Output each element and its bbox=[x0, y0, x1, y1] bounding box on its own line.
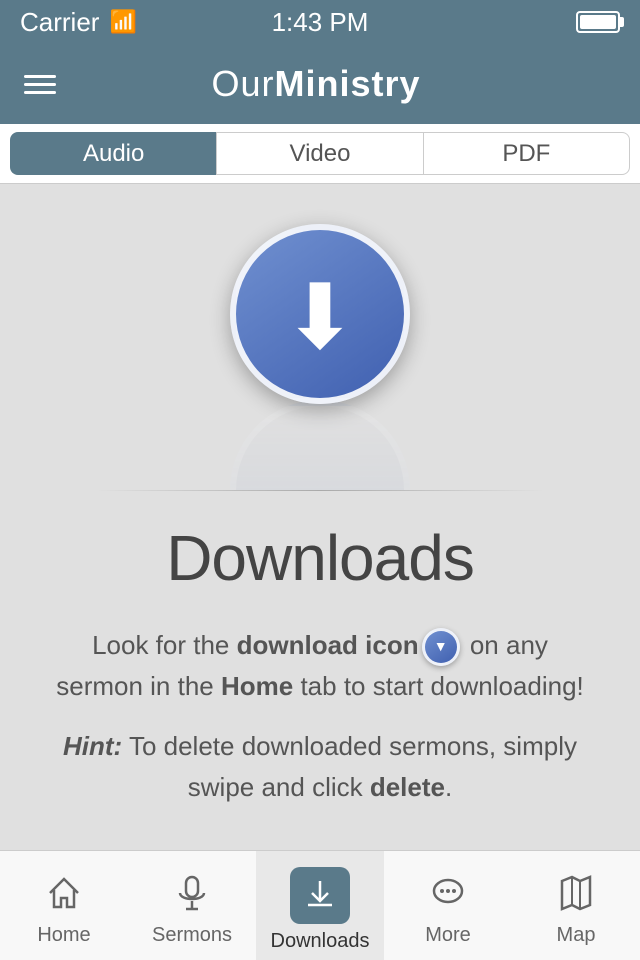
tab-home[interactable]: Home bbox=[0, 851, 128, 960]
tab-more-label: More bbox=[425, 924, 471, 947]
page-title: Downloads bbox=[166, 521, 474, 595]
status-left: Carrier 📶 bbox=[20, 7, 137, 38]
tab-map-label: Map bbox=[557, 924, 596, 947]
desc-bold2: Home bbox=[221, 671, 293, 701]
hint-end: . bbox=[445, 772, 452, 802]
home-icon bbox=[44, 873, 84, 918]
map-icon bbox=[556, 873, 596, 918]
tab-pdf-label: PDF bbox=[502, 140, 550, 168]
menu-button[interactable] bbox=[24, 75, 56, 94]
tab-more[interactable]: More bbox=[384, 851, 512, 960]
tab-downloads[interactable]: Downloads bbox=[256, 851, 384, 960]
title-bold: Ministry bbox=[274, 63, 420, 104]
tab-audio-label: Audio bbox=[83, 140, 144, 168]
hint-bold: Hint: bbox=[63, 731, 122, 761]
main-content: ⬇ Downloads Look for the download icon o… bbox=[0, 184, 640, 850]
tab-sermons-label: Sermons bbox=[152, 924, 232, 947]
battery-icon bbox=[576, 11, 620, 33]
tab-map[interactable]: Map bbox=[512, 851, 640, 960]
tab-pdf[interactable]: PDF bbox=[424, 132, 630, 175]
download-icon-large: ⬇ bbox=[230, 224, 410, 404]
mic-icon bbox=[172, 873, 212, 918]
chat-icon bbox=[428, 873, 468, 918]
desc-part3: tab to start downloading! bbox=[293, 671, 584, 701]
menu-line-2 bbox=[24, 83, 56, 86]
wifi-icon: 📶 bbox=[109, 9, 136, 35]
hint-delete: delete bbox=[370, 772, 445, 802]
desc-bold1: download icon bbox=[237, 630, 419, 660]
divider bbox=[96, 490, 544, 491]
downloads-icon-box bbox=[290, 867, 350, 924]
reflection-circle bbox=[230, 400, 410, 490]
content-tabs: Audio Video PDF bbox=[0, 124, 640, 184]
tab-sermons[interactable]: Sermons bbox=[128, 851, 256, 960]
tab-video-label: Video bbox=[290, 140, 351, 168]
description-text: Look for the download icon on any sermon… bbox=[40, 625, 600, 706]
hint-body: To delete downloaded sermons, simply swi… bbox=[122, 731, 577, 801]
bottom-tab-bar: Home Sermons Downloads bbox=[0, 850, 640, 960]
download-arrow-icon: ⬇ bbox=[282, 273, 357, 363]
download-circle: ⬇ bbox=[230, 224, 410, 404]
tab-home-label: Home bbox=[37, 924, 90, 947]
nav-bar: OurMinistry bbox=[0, 44, 640, 124]
desc-part1: Look for the bbox=[92, 630, 237, 660]
status-time: 1:43 PM bbox=[272, 7, 369, 38]
menu-line-1 bbox=[24, 75, 56, 78]
menu-line-3 bbox=[24, 91, 56, 94]
hint-text: Hint: To delete downloaded sermons, simp… bbox=[40, 726, 600, 807]
carrier-text: Carrier bbox=[20, 7, 99, 38]
tab-downloads-label: Downloads bbox=[271, 930, 370, 953]
status-bar: Carrier 📶 1:43 PM bbox=[0, 0, 640, 44]
title-light: Our bbox=[211, 63, 274, 104]
app-title: OurMinistry bbox=[211, 63, 420, 105]
inline-download-icon bbox=[422, 628, 460, 666]
battery-fill bbox=[580, 15, 616, 29]
tab-video[interactable]: Video bbox=[216, 132, 423, 175]
icon-reflection bbox=[230, 400, 410, 490]
tab-audio[interactable]: Audio bbox=[10, 132, 216, 175]
